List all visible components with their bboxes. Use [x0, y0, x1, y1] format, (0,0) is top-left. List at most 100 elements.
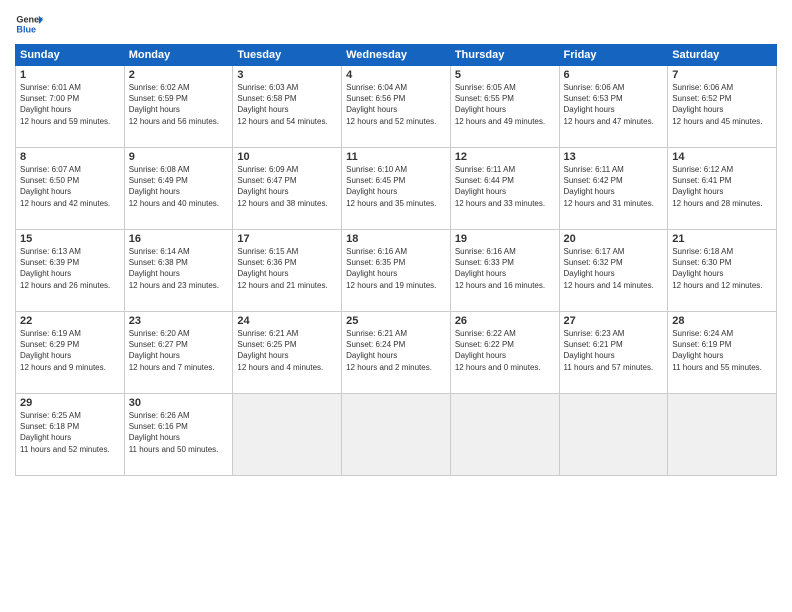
calendar-cell: 27 Sunrise: 6:23 AMSunset: 6:21 PMDaylig…	[559, 312, 668, 394]
calendar-cell: 23 Sunrise: 6:20 AMSunset: 6:27 PMDaylig…	[124, 312, 233, 394]
calendar-cell	[559, 394, 668, 476]
calendar-cell: 4 Sunrise: 6:04 AMSunset: 6:56 PMDayligh…	[342, 66, 451, 148]
calendar-cell: 1 Sunrise: 6:01 AMSunset: 7:00 PMDayligh…	[16, 66, 125, 148]
day-info: Sunrise: 6:13 AMSunset: 6:39 PMDaylight …	[20, 247, 110, 290]
weekday-header-wednesday: Wednesday	[342, 45, 451, 66]
day-number: 30	[129, 397, 229, 409]
calendar-cell: 21 Sunrise: 6:18 AMSunset: 6:30 PMDaylig…	[668, 230, 777, 312]
calendar-cell: 24 Sunrise: 6:21 AMSunset: 6:25 PMDaylig…	[233, 312, 342, 394]
calendar-cell: 7 Sunrise: 6:06 AMSunset: 6:52 PMDayligh…	[668, 66, 777, 148]
day-info: Sunrise: 6:07 AMSunset: 6:50 PMDaylight …	[20, 165, 110, 208]
calendar-cell	[233, 394, 342, 476]
day-number: 4	[346, 69, 446, 81]
calendar-cell: 25 Sunrise: 6:21 AMSunset: 6:24 PMDaylig…	[342, 312, 451, 394]
day-info: Sunrise: 6:01 AMSunset: 7:00 PMDaylight …	[20, 83, 110, 126]
day-number: 20	[564, 233, 664, 245]
day-info: Sunrise: 6:22 AMSunset: 6:22 PMDaylight …	[455, 329, 541, 372]
day-number: 10	[237, 151, 337, 163]
day-number: 16	[129, 233, 229, 245]
day-info: Sunrise: 6:21 AMSunset: 6:24 PMDaylight …	[346, 329, 432, 372]
calendar-cell: 16 Sunrise: 6:14 AMSunset: 6:38 PMDaylig…	[124, 230, 233, 312]
day-info: Sunrise: 6:18 AMSunset: 6:30 PMDaylight …	[672, 247, 762, 290]
day-info: Sunrise: 6:24 AMSunset: 6:19 PMDaylight …	[672, 329, 762, 372]
weekday-header-thursday: Thursday	[450, 45, 559, 66]
day-number: 28	[672, 315, 772, 327]
svg-text:Blue: Blue	[16, 24, 36, 34]
day-info: Sunrise: 6:11 AMSunset: 6:42 PMDaylight …	[564, 165, 654, 208]
calendar-cell: 9 Sunrise: 6:08 AMSunset: 6:49 PMDayligh…	[124, 148, 233, 230]
day-number: 26	[455, 315, 555, 327]
day-info: Sunrise: 6:11 AMSunset: 6:44 PMDaylight …	[455, 165, 545, 208]
day-number: 27	[564, 315, 664, 327]
day-info: Sunrise: 6:03 AMSunset: 6:58 PMDaylight …	[237, 83, 327, 126]
weekday-header-saturday: Saturday	[668, 45, 777, 66]
day-info: Sunrise: 6:17 AMSunset: 6:32 PMDaylight …	[564, 247, 654, 290]
day-info: Sunrise: 6:23 AMSunset: 6:21 PMDaylight …	[564, 329, 654, 372]
day-info: Sunrise: 6:06 AMSunset: 6:52 PMDaylight …	[672, 83, 762, 126]
day-info: Sunrise: 6:05 AMSunset: 6:55 PMDaylight …	[455, 83, 545, 126]
day-info: Sunrise: 6:15 AMSunset: 6:36 PMDaylight …	[237, 247, 327, 290]
day-info: Sunrise: 6:02 AMSunset: 6:59 PMDaylight …	[129, 83, 219, 126]
day-number: 11	[346, 151, 446, 163]
calendar-cell: 19 Sunrise: 6:16 AMSunset: 6:33 PMDaylig…	[450, 230, 559, 312]
day-info: Sunrise: 6:19 AMSunset: 6:29 PMDaylight …	[20, 329, 106, 372]
day-info: Sunrise: 6:21 AMSunset: 6:25 PMDaylight …	[237, 329, 323, 372]
calendar-cell: 10 Sunrise: 6:09 AMSunset: 6:47 PMDaylig…	[233, 148, 342, 230]
calendar-table: SundayMondayTuesdayWednesdayThursdayFrid…	[15, 44, 777, 476]
day-number: 2	[129, 69, 229, 81]
weekday-header-monday: Monday	[124, 45, 233, 66]
day-number: 13	[564, 151, 664, 163]
calendar-cell: 22 Sunrise: 6:19 AMSunset: 6:29 PMDaylig…	[16, 312, 125, 394]
day-number: 3	[237, 69, 337, 81]
calendar-cell: 5 Sunrise: 6:05 AMSunset: 6:55 PMDayligh…	[450, 66, 559, 148]
day-info: Sunrise: 6:10 AMSunset: 6:45 PMDaylight …	[346, 165, 436, 208]
day-info: Sunrise: 6:20 AMSunset: 6:27 PMDaylight …	[129, 329, 215, 372]
day-number: 17	[237, 233, 337, 245]
day-number: 12	[455, 151, 555, 163]
calendar-cell	[450, 394, 559, 476]
calendar-cell	[668, 394, 777, 476]
day-number: 29	[20, 397, 120, 409]
day-info: Sunrise: 6:04 AMSunset: 6:56 PMDaylight …	[346, 83, 436, 126]
day-number: 1	[20, 69, 120, 81]
calendar-cell: 2 Sunrise: 6:02 AMSunset: 6:59 PMDayligh…	[124, 66, 233, 148]
day-number: 18	[346, 233, 446, 245]
calendar-cell: 28 Sunrise: 6:24 AMSunset: 6:19 PMDaylig…	[668, 312, 777, 394]
calendar-cell	[342, 394, 451, 476]
calendar-cell: 30 Sunrise: 6:26 AMSunset: 6:16 PMDaylig…	[124, 394, 233, 476]
calendar-cell: 15 Sunrise: 6:13 AMSunset: 6:39 PMDaylig…	[16, 230, 125, 312]
day-number: 19	[455, 233, 555, 245]
calendar-cell: 8 Sunrise: 6:07 AMSunset: 6:50 PMDayligh…	[16, 148, 125, 230]
day-number: 8	[20, 151, 120, 163]
calendar-cell: 26 Sunrise: 6:22 AMSunset: 6:22 PMDaylig…	[450, 312, 559, 394]
day-number: 24	[237, 315, 337, 327]
day-number: 7	[672, 69, 772, 81]
calendar-cell: 13 Sunrise: 6:11 AMSunset: 6:42 PMDaylig…	[559, 148, 668, 230]
day-number: 14	[672, 151, 772, 163]
logo: General Blue	[15, 10, 43, 38]
calendar-page: General Blue SundayMondayTuesdayWednesda…	[0, 0, 792, 612]
day-info: Sunrise: 6:09 AMSunset: 6:47 PMDaylight …	[237, 165, 327, 208]
calendar-cell: 29 Sunrise: 6:25 AMSunset: 6:18 PMDaylig…	[16, 394, 125, 476]
weekday-header-friday: Friday	[559, 45, 668, 66]
day-info: Sunrise: 6:16 AMSunset: 6:33 PMDaylight …	[455, 247, 545, 290]
day-number: 22	[20, 315, 120, 327]
calendar-cell: 14 Sunrise: 6:12 AMSunset: 6:41 PMDaylig…	[668, 148, 777, 230]
day-info: Sunrise: 6:16 AMSunset: 6:35 PMDaylight …	[346, 247, 436, 290]
calendar-cell: 6 Sunrise: 6:06 AMSunset: 6:53 PMDayligh…	[559, 66, 668, 148]
day-info: Sunrise: 6:12 AMSunset: 6:41 PMDaylight …	[672, 165, 762, 208]
calendar-cell: 18 Sunrise: 6:16 AMSunset: 6:35 PMDaylig…	[342, 230, 451, 312]
day-number: 5	[455, 69, 555, 81]
day-info: Sunrise: 6:08 AMSunset: 6:49 PMDaylight …	[129, 165, 219, 208]
day-info: Sunrise: 6:14 AMSunset: 6:38 PMDaylight …	[129, 247, 219, 290]
day-number: 21	[672, 233, 772, 245]
day-number: 6	[564, 69, 664, 81]
calendar-cell: 20 Sunrise: 6:17 AMSunset: 6:32 PMDaylig…	[559, 230, 668, 312]
calendar-cell: 12 Sunrise: 6:11 AMSunset: 6:44 PMDaylig…	[450, 148, 559, 230]
day-number: 9	[129, 151, 229, 163]
weekday-header-sunday: Sunday	[16, 45, 125, 66]
calendar-cell: 11 Sunrise: 6:10 AMSunset: 6:45 PMDaylig…	[342, 148, 451, 230]
day-number: 23	[129, 315, 229, 327]
calendar-cell: 3 Sunrise: 6:03 AMSunset: 6:58 PMDayligh…	[233, 66, 342, 148]
day-number: 15	[20, 233, 120, 245]
